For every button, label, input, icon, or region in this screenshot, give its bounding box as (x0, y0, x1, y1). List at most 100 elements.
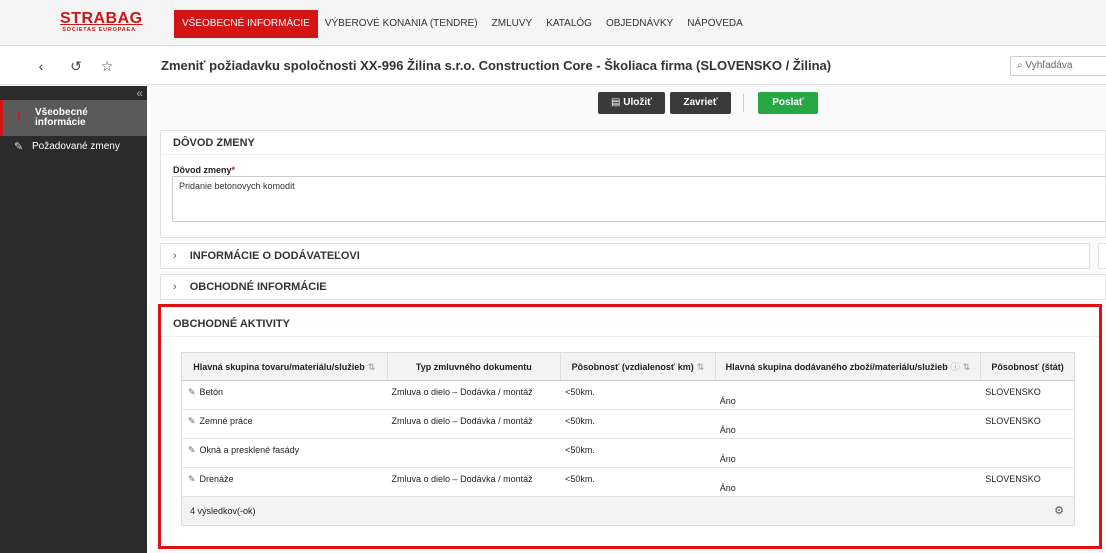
reason-textarea[interactable]: Pridanie betonovych komodit (172, 176, 1106, 222)
table-row[interactable]: ✎ Drenáže Zmluva o dielo – Dodávka / mont… (182, 468, 1074, 497)
sort-icon[interactable]: ⇅ (963, 362, 971, 372)
supplied-group-cell: Áno (719, 483, 736, 493)
save-button[interactable]: ▤ Uložiť (598, 92, 665, 114)
sidebar-item-label-2: informácie (35, 117, 86, 128)
star-icon[interactable]: ☆ (99, 58, 115, 74)
strabag-logo[interactable]: STRABAG SOCIETAS EUROPAEA (60, 10, 143, 37)
required-marker: * (231, 165, 236, 175)
business-info-panel[interactable]: › OBCHODNÉ INFORMÁCIE (160, 274, 1106, 300)
distance-cell: <50km. (565, 387, 595, 397)
nav-help[interactable]: NÁPOVEDA (680, 10, 750, 38)
info-icon: ℹ (17, 111, 22, 123)
sidebar: « ℹ Všeobecné informácie ✎ Požadované zm… (0, 86, 147, 553)
close-button[interactable]: Zavrieť (670, 92, 731, 114)
table-row[interactable]: ✎ Okná a presklené fasády <50km. Áno (182, 439, 1074, 468)
column-header-label: Hlavná skupina tovaru/materiálu/služieb (193, 362, 365, 372)
title-bar: ‹ ↺ ☆ Zmeniť požiadavku spoločnosti XX-9… (0, 47, 1106, 85)
sort-icon[interactable]: ⇅ (697, 362, 705, 372)
gear-icon[interactable]: ⚙ (1054, 497, 1064, 525)
results-count: 4 výsledkov(-ok) (190, 506, 256, 516)
nav-catalog[interactable]: KATALÓG (539, 10, 599, 38)
table-row[interactable]: ✎ Betón Zmluva o dielo – Dodávka / montáž… (182, 381, 1074, 410)
distance-cell: <50km. (565, 445, 595, 455)
main-group-cell: ✎ Drenáže (182, 468, 388, 496)
table-footer: 4 výsledkov(-ok) ⚙ (182, 497, 1074, 525)
history-icon[interactable]: ↺ (68, 58, 84, 74)
toolbar-divider (743, 94, 744, 112)
sort-icon[interactable]: ⇅ (368, 362, 376, 372)
send-button[interactable]: Poslať (758, 92, 818, 114)
supplied-group-cell: Áno (719, 454, 736, 464)
column-header-label: Pôsobnosť (vzdialenosť km) (571, 362, 694, 372)
nav-orders[interactable]: OBJEDNÁVKY (599, 10, 680, 38)
business-activities-title: OBCHODNÉ AKTIVITY (161, 307, 1099, 337)
contract-type-cell (388, 439, 562, 467)
main-group-value: Drenáže (199, 474, 234, 484)
supplied-group-cell: Áno (719, 425, 736, 435)
nav-tenders[interactable]: VÝBEROVÉ KONANIA (TENDRE) (318, 10, 485, 38)
reason-panel: DÔVOD ZMENY Dôvod zmeny* Pridanie betono… (160, 130, 1106, 238)
business-info-title: OBCHODNÉ INFORMÁCIE (189, 281, 327, 293)
nav-contracts[interactable]: ZMLUVY (485, 10, 540, 38)
country-cell: SLOVENSKO (985, 474, 1041, 484)
country-cell: SLOVENSKO (985, 416, 1041, 426)
collapse-sidebar-icon[interactable]: « (136, 86, 143, 100)
country-cell (981, 439, 1074, 467)
main-group-cell: ✎ Betón (182, 381, 388, 409)
chevron-right-icon: › (173, 281, 177, 293)
column-header-contract-type[interactable]: Typ zmluvného dokumentu (388, 353, 562, 380)
reason-label-text: Dôvod zmeny (173, 165, 232, 175)
contract-type-cell: Zmluva o dielo – Dodávka / montáž (391, 474, 533, 484)
distance-cell: <50km. (565, 474, 595, 484)
table-row[interactable]: ✎ Zemné práce Zmluva o dielo – Dodávka / … (182, 410, 1074, 439)
back-arrow-icon[interactable]: ‹ (33, 58, 49, 74)
pencil-icon[interactable]: ✎ (188, 474, 196, 484)
logo-brand: STRABAG (60, 10, 143, 27)
table-header-row: Hlavná skupina tovaru/materiálu/služieb ⇅… (182, 353, 1074, 381)
info-icon[interactable]: ⓘ (951, 362, 960, 372)
supplier-info-title: INFORMÁCIE O DODÁVATEĽOVI (189, 250, 360, 262)
top-navigation-bar: STRABAG SOCIETAS EUROPAEA VŠEOBECNÉ INFO… (0, 0, 1106, 46)
pencil-icon[interactable]: ✎ (188, 387, 196, 397)
save-icon: ▤ (611, 97, 621, 108)
nav-general-info[interactable]: VŠEOBECNÉ INFORMÁCIE (174, 10, 318, 38)
main-menu: VŠEOBECNÉ INFORMÁCIE VÝBEROVÉ KONANIA (T… (174, 10, 750, 38)
column-header-supplied-group[interactable]: Hlavná skupina dodávaného zboží/materiál… (716, 353, 982, 380)
supplier-info-panel[interactable]: › INFORMÁCIE O DODÁVATEĽOVI (160, 243, 1090, 269)
main-group-value: Betón (199, 387, 224, 397)
save-label: Uložiť (623, 97, 652, 108)
contract-type-cell: Zmluva o dielo – Dodávka / montáž (391, 387, 533, 397)
edit-icon: ✎ (14, 141, 24, 153)
search-placeholder: Vyhľadáva (1025, 60, 1073, 71)
page-title: Zmeniť požiadavku spoločnosti XX-996 Žil… (161, 58, 832, 73)
main-group-value: Zemné práce (199, 416, 253, 426)
search-icon: ⌕ (1017, 60, 1023, 71)
sidebar-item-label: Požadované zmeny (32, 141, 120, 152)
business-info-header[interactable]: › OBCHODNÉ INFORMÁCIE (161, 275, 1105, 299)
main-content: ▤ Uložiť Zavrieť Poslať DÔVOD ZMENY Dôvo… (150, 86, 1106, 553)
column-header-country[interactable]: Pôsobnosť (štát) (981, 353, 1074, 380)
logo-subtitle: SOCIETAS EUROPAEA (62, 27, 136, 33)
business-activities-panel: OBCHODNÉ AKTIVITY Hlavná skupina tovaru/… (158, 304, 1102, 549)
main-group-cell: ✎ Zemné práce (182, 410, 388, 438)
search-input[interactable]: ⌕ Vyhľadáva (1010, 56, 1106, 76)
column-header-label: Hlavná skupina dodávaného zboží/materiál… (725, 362, 948, 372)
pencil-icon[interactable]: ✎ (188, 445, 196, 455)
reason-panel-title: DÔVOD ZMENY (161, 131, 1105, 155)
main-group-cell: ✎ Okná a presklené fasády (182, 439, 388, 467)
column-header-distance[interactable]: Pôsobnosť (vzdialenosť km) ⇅ (561, 353, 716, 380)
supplier-info-header[interactable]: › INFORMÁCIE O DODÁVATEĽOVI (161, 244, 1089, 268)
column-header-main-group[interactable]: Hlavná skupina tovaru/materiálu/služieb ⇅ (182, 353, 388, 380)
country-cell: SLOVENSKO (985, 387, 1041, 397)
pencil-icon[interactable]: ✎ (188, 416, 196, 426)
activities-table: Hlavná skupina tovaru/materiálu/služieb ⇅… (181, 352, 1075, 526)
contract-type-cell: Zmluva o dielo – Dodávka / montáž (391, 416, 533, 426)
sidebar-item-general-info[interactable]: ℹ Všeobecné informácie (0, 100, 147, 136)
main-group-value: Okná a presklené fasády (199, 445, 300, 455)
distance-cell: <50km. (565, 416, 595, 426)
sidebar-item-requested-changes[interactable]: ✎ Požadované zmeny (0, 140, 147, 158)
chevron-right-icon: › (173, 250, 177, 262)
reason-label: Dôvod zmeny* (173, 165, 235, 175)
panel-edge (1098, 243, 1106, 269)
supplied-group-cell: Áno (719, 396, 736, 406)
